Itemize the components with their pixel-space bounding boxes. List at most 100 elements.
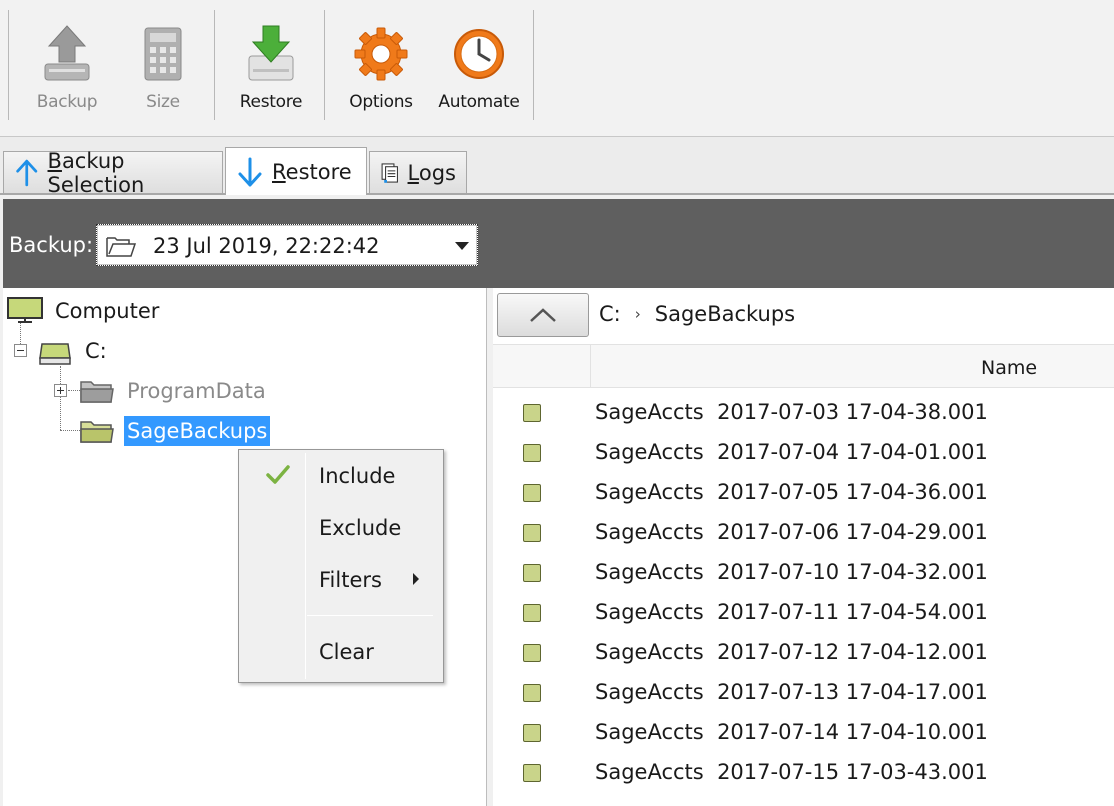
restore-label: Restore [239, 92, 303, 112]
automate-label: Automate [438, 92, 520, 112]
file-row[interactable]: SageAccts 2017-07-10 17-04-32.001 [493, 552, 1114, 592]
tree-node-sagebackups[interactable]: SageBackups [78, 414, 271, 448]
arrow-up-icon [16, 159, 38, 186]
menu-item-include[interactable]: Include [241, 454, 441, 498]
tree-connector [60, 430, 80, 431]
file-name: SageAccts 2017-07-12 17-04-12.001 [595, 640, 988, 664]
file-checkbox-icon[interactable] [523, 484, 541, 502]
breadcrumb-drive[interactable]: C: [599, 302, 621, 326]
backup-upload-icon [44, 25, 90, 81]
restore-button[interactable]: Restore [221, 10, 321, 120]
tree-node-programdata[interactable]: ProgramData [78, 374, 269, 408]
file-name: SageAccts 2017-07-06 17-04-29.001 [595, 520, 988, 544]
file-name: SageAccts 2017-07-10 17-04-32.001 [595, 560, 988, 584]
toolbar-group-restore: Restore [214, 10, 324, 120]
backup-select-label: Backup: [9, 233, 94, 257]
file-checkbox-icon[interactable] [523, 444, 541, 462]
toolbar-group-backup: Backup Size [8, 10, 214, 120]
tab-backup-selection[interactable]: Backup Selection [3, 149, 223, 197]
file-row[interactable]: SageAccts 2017-07-12 17-04-12.001 [493, 632, 1114, 672]
chevron-up-icon [530, 308, 556, 322]
menu-item-clear[interactable]: Clear [241, 630, 441, 674]
column-header-name[interactable]: Name [981, 357, 1037, 379]
file-name: SageAccts 2017-07-14 17-04-10.001 [595, 720, 988, 744]
computer-icon [7, 297, 43, 323]
tree-connector [60, 366, 61, 430]
file-name: SageAccts 2017-07-13 17-04-17.001 [595, 680, 988, 704]
file-checkbox-icon[interactable] [523, 524, 541, 542]
file-row[interactable]: SageAccts 2017-07-15 17-03-43.001 [493, 752, 1114, 792]
file-checkbox-icon[interactable] [523, 684, 541, 702]
automate-button[interactable]: Automate [429, 10, 529, 120]
file-row[interactable]: SageAccts 2017-07-11 17-04-54.001 [493, 592, 1114, 632]
tree-node-programdata-label: ProgramData [127, 379, 266, 403]
file-row[interactable]: SageAccts 2017-07-14 17-04-10.001 [493, 712, 1114, 752]
restore-download-icon [248, 25, 294, 81]
calculator-icon [144, 27, 182, 81]
tab-logs[interactable]: Logs [369, 151, 467, 193]
tree-node-drive-c[interactable]: C: [36, 334, 110, 368]
backup-version-dropdown[interactable]: 23 Jul 2019, 22:22:42 [96, 224, 478, 266]
breadcrumb-folder[interactable]: SageBackups [655, 302, 795, 326]
menu-item-exclude[interactable]: Exclude [241, 506, 441, 550]
clock-icon [454, 29, 504, 79]
menu-separator [307, 615, 433, 616]
file-checkbox-icon[interactable] [523, 604, 541, 622]
menu-item-exclude-label: Exclude [319, 516, 402, 540]
file-name: SageAccts 2017-07-15 17-03-43.001 [595, 760, 988, 784]
up-folder-button[interactable] [497, 293, 589, 337]
file-checkbox-icon[interactable] [523, 724, 541, 742]
backup-bar: Backup: 23 Jul 2019, 22:22:42 [3, 199, 1114, 288]
toolbar-group-settings: Options Automate [324, 10, 534, 120]
file-row[interactable]: SageAccts 2017-07-04 17-04-01.001 [493, 432, 1114, 472]
tree-expand-toggle[interactable] [54, 384, 67, 397]
gear-icon [354, 27, 408, 81]
menu-item-filters-label: Filters [319, 568, 382, 592]
folder-icon [80, 421, 114, 443]
context-menu: Include Exclude Filters Clear [238, 449, 444, 683]
file-list-header: Name [493, 344, 1114, 388]
folder-open-icon [106, 237, 137, 257]
file-row[interactable]: SageAccts 2017-07-13 17-04-17.001 [493, 672, 1114, 712]
tree-node-drive-c-label: C: [85, 339, 107, 363]
backup-button[interactable]: Backup [17, 10, 117, 120]
file-name: SageAccts 2017-07-11 17-04-54.001 [595, 600, 988, 624]
tree-collapse-toggle[interactable] [14, 344, 27, 357]
tab-strip: Backup Selection Restore Logs [0, 137, 1114, 197]
options-button[interactable]: Options [331, 10, 431, 120]
tab-restore-label: Restore [272, 159, 352, 184]
backup-label: Backup [36, 92, 98, 112]
file-name: SageAccts 2017-07-04 17-04-01.001 [595, 440, 988, 464]
options-label: Options [349, 92, 413, 112]
file-checkbox-icon[interactable] [523, 404, 541, 422]
file-name: SageAccts 2017-07-03 17-04-38.001 [595, 400, 988, 424]
file-checkbox-icon[interactable] [523, 644, 541, 662]
size-label: Size [146, 92, 180, 112]
breadcrumb-separator: › [634, 305, 641, 323]
backup-version-value: 23 Jul 2019, 22:22:42 [153, 234, 380, 258]
logs-icon [381, 162, 398, 183]
file-checkbox-icon[interactable] [523, 564, 541, 582]
tree-node-sagebackups-label: SageBackups [124, 416, 271, 446]
menu-item-include-label: Include [319, 464, 396, 488]
size-button[interactable]: Size [113, 10, 213, 120]
chevron-down-icon[interactable] [455, 242, 469, 250]
breadcrumb: C: › SageBackups [599, 302, 795, 326]
menu-item-clear-label: Clear [319, 640, 374, 664]
tab-strip-border [0, 193, 1114, 195]
menu-item-filters[interactable]: Filters [241, 558, 441, 602]
file-checkbox-icon[interactable] [523, 764, 541, 782]
file-list-panel: C: › SageBackups Name SageAccts 2017-07-… [493, 288, 1114, 806]
tree-node-computer[interactable]: Computer [6, 294, 162, 328]
arrow-down-icon [238, 157, 262, 186]
folder-icon [80, 381, 114, 403]
file-name: SageAccts 2017-07-05 17-04-36.001 [595, 480, 988, 504]
file-row[interactable]: SageAccts 2017-07-03 17-04-38.001 [493, 392, 1114, 432]
tab-restore[interactable]: Restore [225, 147, 367, 195]
checkmark-icon [266, 465, 290, 484]
column-header-icon[interactable] [493, 345, 591, 387]
submenu-arrow-icon [413, 573, 419, 585]
file-row[interactable]: SageAccts 2017-07-05 17-04-36.001 [493, 472, 1114, 512]
toolbar: Backup Size Restore Options Automate [0, 0, 1114, 137]
file-row[interactable]: SageAccts 2017-07-06 17-04-29.001 [493, 512, 1114, 552]
